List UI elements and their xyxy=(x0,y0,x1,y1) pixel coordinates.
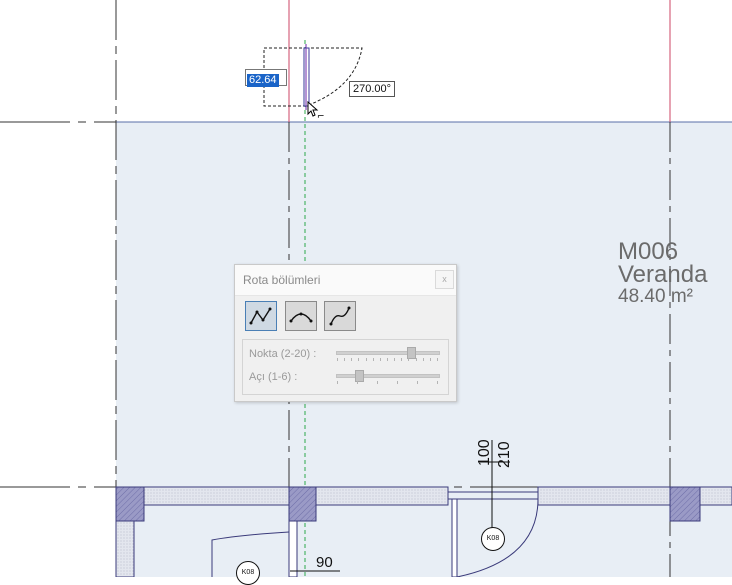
parameters-group: Nokta (2-20) : Açı (1-6) : xyxy=(242,339,449,395)
room-area-label: 48.40 m² xyxy=(618,286,693,307)
points-slider-ticks xyxy=(337,358,438,361)
arc-icon xyxy=(289,312,313,323)
wall-bottom-right xyxy=(537,486,732,506)
column-right xyxy=(669,486,701,522)
angle-slider-track xyxy=(336,374,440,378)
room-name: Veranda xyxy=(618,261,708,288)
angle-readout: 270.00° xyxy=(349,81,396,97)
dimension-input[interactable]: 62.64 xyxy=(245,69,287,87)
dimension-input-value[interactable]: 62.64 xyxy=(247,74,279,87)
cursor-icon xyxy=(307,100,319,117)
dimension-90: 90 xyxy=(316,554,333,571)
polyline-icon xyxy=(249,307,272,325)
wall-bottom-mid xyxy=(315,486,449,506)
column-mid xyxy=(288,486,317,522)
curve-mode-button[interactable] xyxy=(324,301,356,331)
angle-label: Açı (1-6) : xyxy=(249,371,298,383)
door-height-tag: 210 xyxy=(496,441,513,468)
panel-title: Rota bölümleri xyxy=(243,273,321,287)
column-left xyxy=(115,486,145,522)
door-tag-circle-2[interactable]: K08 xyxy=(236,561,260,585)
points-slider[interactable] xyxy=(336,347,440,361)
door-width-tag: 100 xyxy=(476,439,493,466)
door-preview-arc xyxy=(305,47,363,107)
points-label: Nokta (2-20) : xyxy=(249,348,317,360)
door-leaf-bottom xyxy=(451,498,458,577)
points-slider-track xyxy=(336,351,440,355)
route-sections-panel: Rota bölümleri x Nokta (2-20) : Açı (1-6… xyxy=(234,264,457,402)
curve-icon xyxy=(329,306,351,326)
angle-slider-ticks xyxy=(337,381,438,384)
arc-mode-button[interactable] xyxy=(285,301,317,331)
door-tag-circle[interactable]: K08 xyxy=(481,527,505,551)
polyline-mode-button[interactable] xyxy=(245,301,277,331)
cursor-snap-icon: ⌐ xyxy=(317,112,325,122)
angle-slider[interactable] xyxy=(336,370,440,384)
wall-inner-stub xyxy=(288,520,298,577)
close-button[interactable]: x xyxy=(435,270,454,289)
